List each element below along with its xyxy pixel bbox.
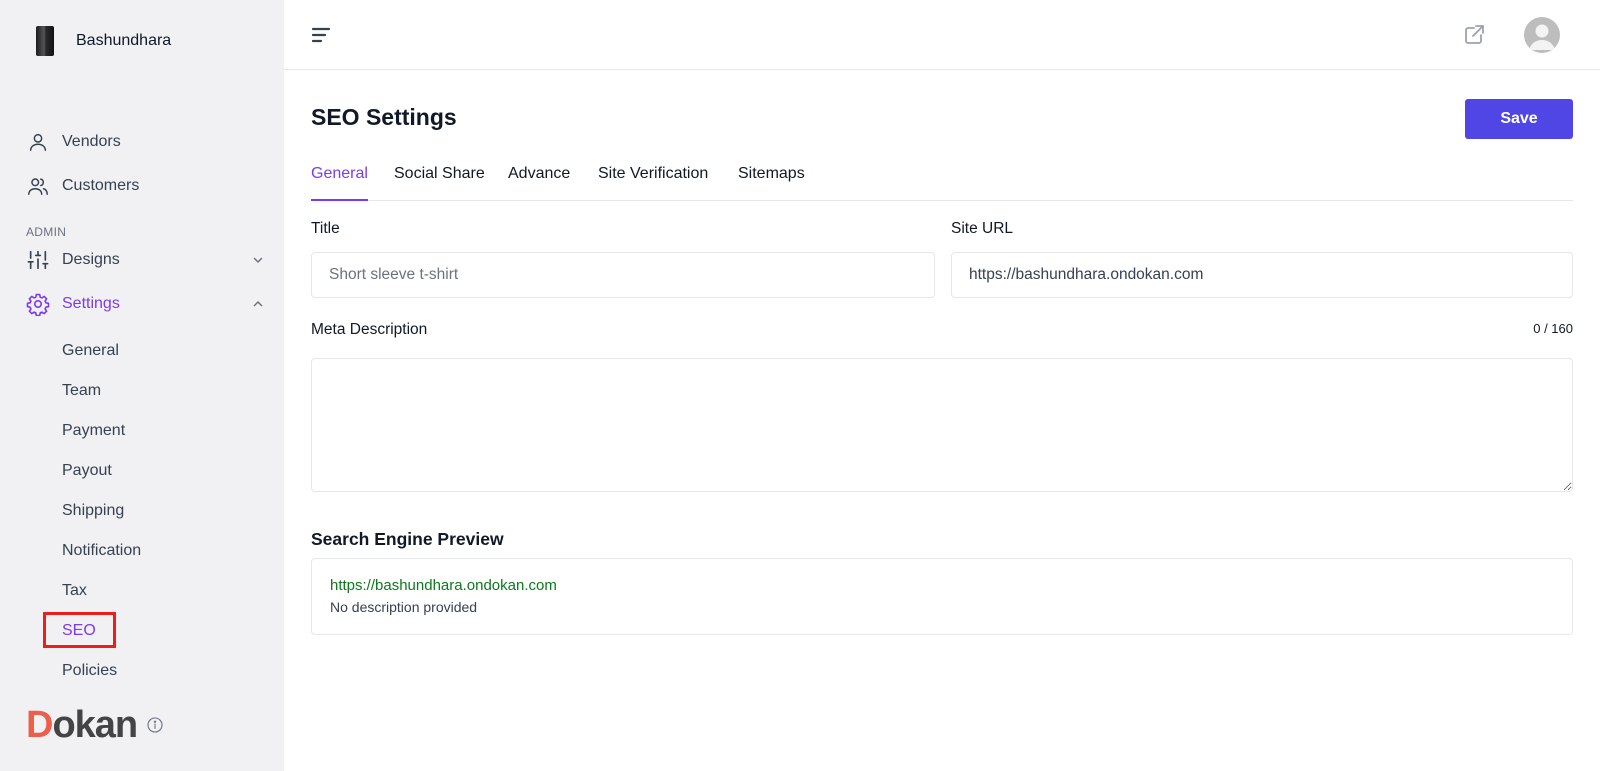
sidebar-subitem-payout[interactable]: Payout bbox=[62, 462, 112, 480]
topbar bbox=[284, 0, 1600, 70]
sidebar-subitem-notification[interactable]: Notification bbox=[62, 542, 141, 560]
page-title: SEO Settings bbox=[311, 104, 457, 130]
sidebar-item-label: Designs bbox=[62, 251, 120, 268]
users-icon bbox=[26, 174, 50, 198]
gear-icon bbox=[26, 292, 50, 316]
chevron-up-icon bbox=[253, 300, 263, 307]
sidebar: Bashundhara Vendors Customers ADMIN Desi… bbox=[0, 0, 284, 771]
sidebar-item-settings[interactable]: Settings bbox=[26, 289, 266, 319]
seo-highlight-box bbox=[43, 612, 116, 648]
sidebar-subitem-payment[interactable]: Payment bbox=[62, 422, 125, 440]
dokan-logo: Dokan bbox=[26, 706, 163, 744]
tab-sitemaps[interactable]: Sitemaps bbox=[738, 156, 805, 201]
sidebar-item-label: Settings bbox=[62, 295, 120, 312]
sidebar-subitem-team[interactable]: Team bbox=[62, 382, 101, 400]
avatar-icon bbox=[1529, 24, 1555, 50]
brand-name: Bashundhara bbox=[76, 32, 172, 49]
sidebar-item-customers[interactable]: Customers bbox=[26, 171, 266, 201]
meta-description-counter: 0 / 160 bbox=[1533, 321, 1573, 336]
tab-general[interactable]: General bbox=[311, 156, 368, 201]
external-link-icon[interactable] bbox=[1462, 23, 1486, 47]
preview-url: https://bashundhara.ondokan.com bbox=[330, 577, 557, 594]
tab-social-share[interactable]: Social Share bbox=[394, 156, 485, 201]
sidebar-subitem-policies[interactable]: Policies bbox=[62, 662, 117, 680]
sliders-icon bbox=[26, 248, 50, 272]
title-label: Title bbox=[311, 220, 340, 237]
search-engine-preview: https://bashundhara.ondokan.com No descr… bbox=[311, 558, 1573, 635]
dokan-logo-text: okan bbox=[52, 704, 138, 746]
section-label-admin: ADMIN bbox=[26, 225, 67, 239]
tab-site-verification[interactable]: Site Verification bbox=[598, 156, 708, 201]
hamburger-icon[interactable] bbox=[310, 24, 332, 46]
meta-description-label: Meta Description bbox=[311, 321, 428, 338]
tab-bar: General Social Share Advance Site Verifi… bbox=[311, 156, 1573, 201]
sidebar-item-label: Vendors bbox=[62, 133, 121, 150]
sidebar-subitem-general[interactable]: General bbox=[62, 342, 119, 360]
sidebar-item-vendors[interactable]: Vendors bbox=[26, 127, 266, 157]
user-icon bbox=[26, 130, 50, 154]
brand-logo bbox=[36, 26, 54, 56]
avatar[interactable] bbox=[1524, 17, 1560, 53]
brand[interactable]: Bashundhara bbox=[36, 26, 171, 56]
meta-description-textarea[interactable] bbox=[311, 358, 1573, 492]
dokan-logo-d: D bbox=[26, 704, 53, 746]
sidebar-subitem-shipping[interactable]: Shipping bbox=[62, 502, 124, 520]
title-input[interactable] bbox=[311, 252, 935, 298]
preview-description: No description provided bbox=[330, 599, 478, 615]
tab-advance[interactable]: Advance bbox=[508, 156, 570, 201]
site-url-label: Site URL bbox=[951, 220, 1014, 237]
sidebar-subitem-tax[interactable]: Tax bbox=[62, 582, 87, 600]
info-icon[interactable] bbox=[147, 717, 163, 733]
main-content: SEO Settings Save General Social Share A… bbox=[284, 70, 1600, 771]
sidebar-item-label: Customers bbox=[62, 177, 140, 194]
sidebar-item-designs[interactable]: Designs bbox=[26, 245, 266, 275]
site-url-input[interactable] bbox=[951, 252, 1573, 298]
chevron-down-icon bbox=[253, 257, 263, 264]
preview-heading: Search Engine Preview bbox=[311, 529, 504, 549]
save-button[interactable]: Save bbox=[1465, 99, 1573, 139]
